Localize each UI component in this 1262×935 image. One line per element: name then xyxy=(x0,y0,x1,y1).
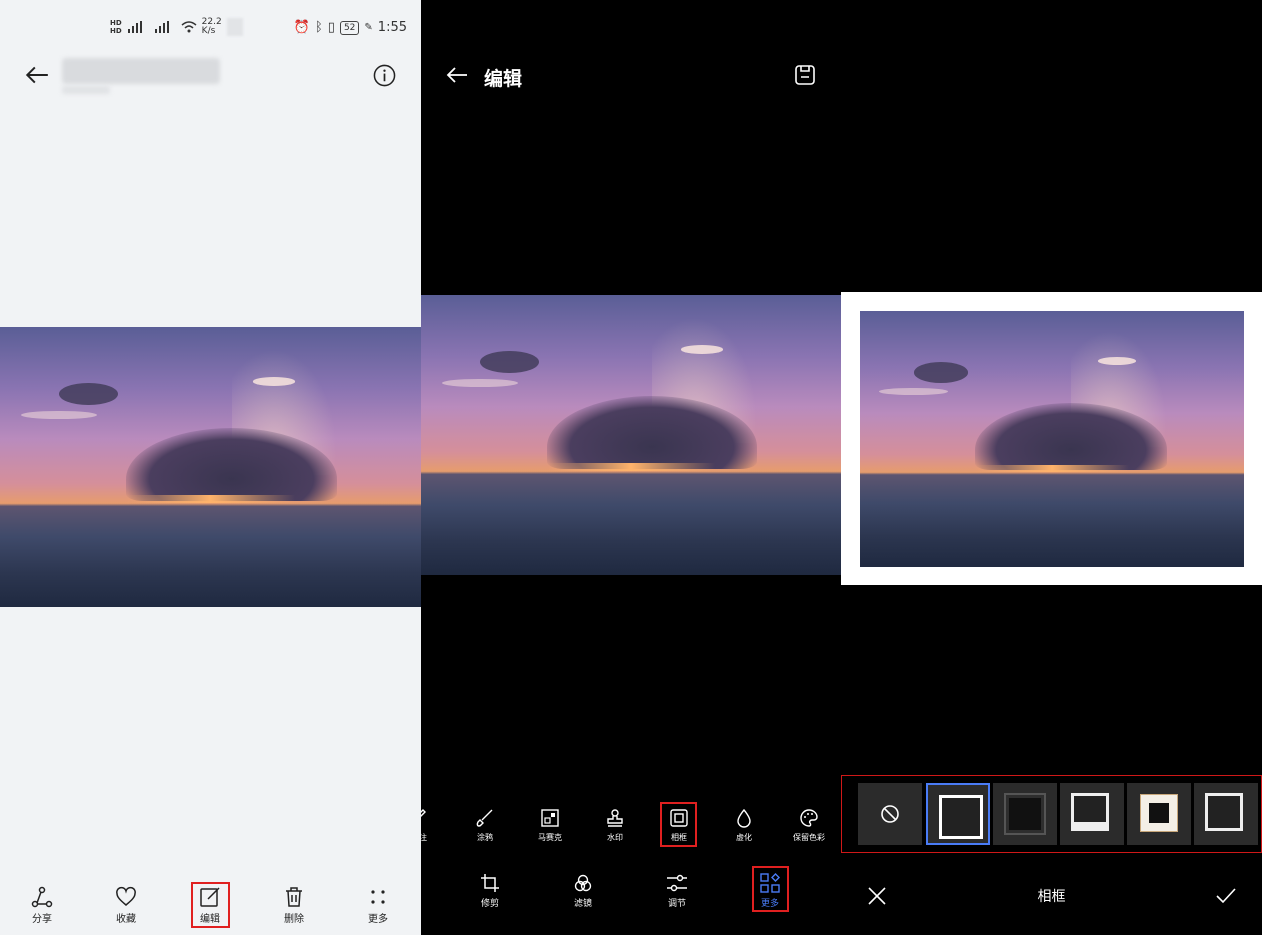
frame-option-white-thick[interactable] xyxy=(926,783,990,845)
delete-label: 删除 xyxy=(284,914,304,925)
signal-icon xyxy=(127,21,142,33)
edit-highlight-box xyxy=(191,882,230,928)
heart-icon xyxy=(116,886,136,906)
tool-color-keep[interactable]: 保留色彩 xyxy=(779,808,839,843)
hd-icon: HD HD xyxy=(110,19,122,35)
crop-icon xyxy=(481,874,499,892)
more-highlight-box xyxy=(752,866,789,912)
nav-label: 修剪 xyxy=(480,899,499,909)
no-frame-icon xyxy=(881,805,899,823)
frame-option-dark-inner[interactable] xyxy=(993,783,1057,845)
frame-option-white-bottom[interactable] xyxy=(1060,783,1124,845)
signal-icon-2 xyxy=(154,21,169,33)
tool-watermark[interactable]: 水印 xyxy=(585,808,645,843)
blurred-title xyxy=(62,58,220,84)
frame-options-strip xyxy=(841,775,1262,853)
net-speed: 22.2 K/s xyxy=(201,17,222,36)
frame-panel: 相框 xyxy=(841,0,1262,935)
tool-label: 水印 xyxy=(607,833,623,842)
nav-filter[interactable]: 滤镜 xyxy=(553,873,613,909)
bluetooth-icon: ᛒ xyxy=(314,20,323,35)
confirm-check-icon[interactable] xyxy=(1215,886,1237,906)
more-label: 更多 xyxy=(368,914,388,925)
annotate-icon xyxy=(421,809,426,817)
frame-preview xyxy=(1004,793,1046,835)
nav-crop[interactable]: 修剪 xyxy=(460,873,520,909)
share-button[interactable]: 分享 xyxy=(18,886,66,925)
tool-label: 涂鸦 xyxy=(477,833,493,842)
photo[interactable] xyxy=(421,295,841,575)
tool-label: 虚化 xyxy=(736,833,752,842)
brush-icon xyxy=(476,809,493,827)
save-icon[interactable] xyxy=(793,63,817,87)
sliders-icon xyxy=(667,874,687,892)
nav-adjust[interactable]: 调节 xyxy=(647,873,707,909)
alarm-icon: ⏰ xyxy=(293,20,310,35)
photo[interactable] xyxy=(0,327,421,607)
frame-option-beige-mat[interactable] xyxy=(1127,783,1191,845)
delete-button[interactable]: 删除 xyxy=(270,886,318,925)
tool-label: 注 xyxy=(421,833,427,842)
back-arrow-icon[interactable] xyxy=(24,62,50,88)
editor-panel: 编辑 注 涂鸦 马赛克 水印 相框 虚化 保留色彩 修剪 滤镜 调节 更多 xyxy=(421,0,841,935)
trash-icon xyxy=(286,887,302,907)
vibrate-icon: ▯ xyxy=(327,20,335,35)
frame-option-white-border[interactable] xyxy=(1194,783,1258,845)
droplet-icon xyxy=(737,808,751,828)
tool-blur[interactable]: 虚化 xyxy=(714,808,774,843)
tool-label: 保留色彩 xyxy=(793,833,825,842)
frame-tool-highlight-box xyxy=(660,802,697,847)
signal-indicators: HD HD 22.2 K/s xyxy=(110,18,243,36)
status-right: ⏰ ᛒ ▯ 52 ✎ 1:55 xyxy=(294,20,407,35)
tool-mosaic[interactable]: 马赛克 xyxy=(520,808,580,843)
status-bar: HD HD 22.2 K/s ⏰ ᛒ ▯ 52 ✎ 1:55 xyxy=(110,18,407,46)
blurred-subtitle xyxy=(62,86,110,94)
more-dots-icon xyxy=(371,890,385,904)
nav-label: 调节 xyxy=(667,899,686,909)
charging-icon: ✎ xyxy=(364,22,373,33)
frame-preview xyxy=(1140,794,1178,832)
favorite-button[interactable]: 收藏 xyxy=(102,886,150,925)
nav-label: 滤镜 xyxy=(573,899,592,909)
editor-title: 编辑 xyxy=(484,68,523,90)
favorite-label: 收藏 xyxy=(116,914,136,925)
info-icon[interactable] xyxy=(373,64,396,87)
tool-annotate[interactable]: 注 xyxy=(421,808,453,843)
gallery-view-panel: HD HD 22.2 K/s ⏰ ᛒ ▯ 52 ✎ 1:55 分享 收藏 编辑 … xyxy=(0,0,421,935)
blurred-indicator xyxy=(226,18,243,36)
clock: 1:55 xyxy=(377,20,407,35)
frame-preview xyxy=(1071,793,1109,831)
battery-icon: 52 xyxy=(339,20,360,35)
framed-photo xyxy=(841,292,1262,585)
filter-icon xyxy=(574,874,592,892)
frame-option-none[interactable] xyxy=(858,783,922,845)
frame-preview xyxy=(1205,793,1243,831)
photo[interactable] xyxy=(860,311,1244,567)
tool-label: 马赛克 xyxy=(538,833,562,842)
palette-icon xyxy=(800,809,818,827)
back-arrow-icon[interactable] xyxy=(445,63,469,87)
share-icon xyxy=(31,886,53,908)
frame-title: 相框 xyxy=(1037,889,1066,905)
frame-preview xyxy=(939,795,983,839)
tool-doodle[interactable]: 涂鸦 xyxy=(455,808,515,843)
share-label: 分享 xyxy=(32,914,52,925)
wifi-icon xyxy=(181,21,197,33)
more-button[interactable]: 更多 xyxy=(354,886,402,925)
mosaic-icon xyxy=(541,809,559,827)
stamp-icon xyxy=(607,809,623,827)
